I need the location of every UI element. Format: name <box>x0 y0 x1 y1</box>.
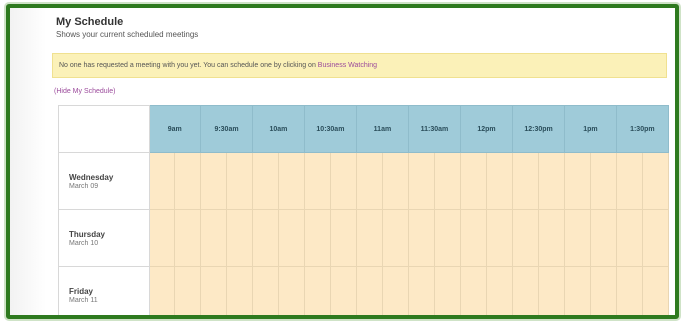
day-date: March 10 <box>69 239 99 247</box>
day-row: Friday March 11 <box>58 266 670 315</box>
time-slot[interactable] <box>329 152 358 210</box>
time-slot[interactable] <box>485 152 513 210</box>
time-header: 12pm <box>460 105 513 153</box>
time-slot[interactable] <box>615 266 643 315</box>
time-slot[interactable] <box>329 209 358 267</box>
time-slot[interactable] <box>148 266 176 315</box>
time-header: 1:30pm <box>615 105 670 153</box>
time-slot[interactable] <box>381 209 409 267</box>
time-header: 12:30pm <box>511 105 566 153</box>
time-slot[interactable] <box>303 209 331 267</box>
schedule-body: Wednesday March 09 Thursday March 10 Friday M… <box>58 152 670 315</box>
no-meetings-notice: No one has requested a meeting with you … <box>52 53 667 78</box>
day-date: March 11 <box>69 296 98 304</box>
time-slot[interactable] <box>174 209 201 267</box>
day-name: Wednesday <box>69 172 114 182</box>
time-slot[interactable] <box>538 152 566 210</box>
time-slot[interactable] <box>199 266 228 315</box>
time-slot[interactable] <box>460 266 487 315</box>
time-slot[interactable] <box>226 209 254 267</box>
time-header-row: 9am 9:30am 10am 10:30am 11am 11:30am 12pm 12:30… <box>58 105 670 153</box>
time-slot[interactable] <box>303 266 331 315</box>
time-slot[interactable] <box>252 266 279 315</box>
time-slot[interactable] <box>199 209 228 267</box>
time-slot[interactable] <box>407 266 435 315</box>
time-slot[interactable] <box>433 266 462 315</box>
time-slot[interactable] <box>485 266 513 315</box>
time-slot[interactable] <box>329 266 358 315</box>
time-slot[interactable] <box>303 152 331 210</box>
time-header: 10am <box>252 105 305 153</box>
day-label: Friday March 11 <box>58 266 150 315</box>
time-slot[interactable] <box>564 152 591 210</box>
time-slot[interactable] <box>148 152 176 210</box>
time-slot[interactable] <box>356 209 383 267</box>
hide-schedule-link[interactable]: (Hide My Schedule) <box>54 88 115 95</box>
time-slot[interactable] <box>589 209 617 267</box>
time-slot[interactable] <box>564 209 591 267</box>
time-slot[interactable] <box>407 209 435 267</box>
time-slot[interactable] <box>433 209 462 267</box>
time-slot[interactable] <box>589 266 617 315</box>
time-slot[interactable] <box>252 209 279 267</box>
time-slot[interactable] <box>381 152 409 210</box>
business-watching-link[interactable]: Business Watching <box>318 62 377 69</box>
day-date: March 09 <box>69 182 99 190</box>
time-slot[interactable] <box>381 266 409 315</box>
time-slot[interactable] <box>252 152 279 210</box>
time-slot[interactable] <box>174 266 201 315</box>
screenshot-frame: My Schedule Shows your current scheduled… <box>6 4 679 319</box>
time-header: 11:30am <box>407 105 462 153</box>
time-header: 9am <box>148 105 201 153</box>
time-slot[interactable] <box>641 209 670 267</box>
time-slot[interactable] <box>356 152 383 210</box>
time-slot[interactable] <box>538 209 566 267</box>
notice-text: No one has requested a meeting with you … <box>59 62 316 69</box>
day-row: Thursday March 10 <box>58 209 670 267</box>
time-slot[interactable] <box>460 209 487 267</box>
time-slot[interactable] <box>564 266 591 315</box>
time-slot[interactable] <box>433 152 462 210</box>
time-slot[interactable] <box>511 209 540 267</box>
time-header: 10:30am <box>303 105 358 153</box>
time-slot[interactable] <box>511 152 540 210</box>
day-row: Wednesday March 09 <box>58 152 670 210</box>
day-label: Wednesday March 09 <box>58 152 150 210</box>
time-slot[interactable] <box>226 152 254 210</box>
time-slot[interactable] <box>277 209 305 267</box>
time-slot[interactable] <box>174 152 201 210</box>
time-header: 11am <box>356 105 409 153</box>
grid-corner <box>58 105 150 153</box>
time-slot[interactable] <box>511 266 540 315</box>
time-slot[interactable] <box>356 266 383 315</box>
page-title: My Schedule <box>56 16 124 28</box>
time-header: 9:30am <box>199 105 254 153</box>
left-margin <box>10 8 46 315</box>
time-slot[interactable] <box>148 209 176 267</box>
page-subtitle: Shows your current scheduled meetings <box>56 30 199 39</box>
day-name: Thursday <box>69 229 106 239</box>
time-slot[interactable] <box>460 152 487 210</box>
time-slot[interactable] <box>199 152 228 210</box>
time-slot[interactable] <box>538 266 566 315</box>
time-slot[interactable] <box>615 152 643 210</box>
time-slot[interactable] <box>641 266 670 315</box>
schedule-grid: 9am 9:30am 10am 10:30am 11am 11:30am 12pm 12:30… <box>58 105 670 315</box>
time-slot[interactable] <box>641 152 670 210</box>
time-slot[interactable] <box>407 152 435 210</box>
day-name: Friday <box>69 286 94 296</box>
time-slot[interactable] <box>615 209 643 267</box>
time-header: 1pm <box>564 105 617 153</box>
time-slot[interactable] <box>589 152 617 210</box>
time-slot[interactable] <box>277 152 305 210</box>
my-schedule-panel: My Schedule Shows your current scheduled… <box>46 8 675 315</box>
day-label: Thursday March 10 <box>58 209 150 267</box>
time-slot[interactable] <box>485 209 513 267</box>
time-slot[interactable] <box>226 266 254 315</box>
time-slot[interactable] <box>277 266 305 315</box>
